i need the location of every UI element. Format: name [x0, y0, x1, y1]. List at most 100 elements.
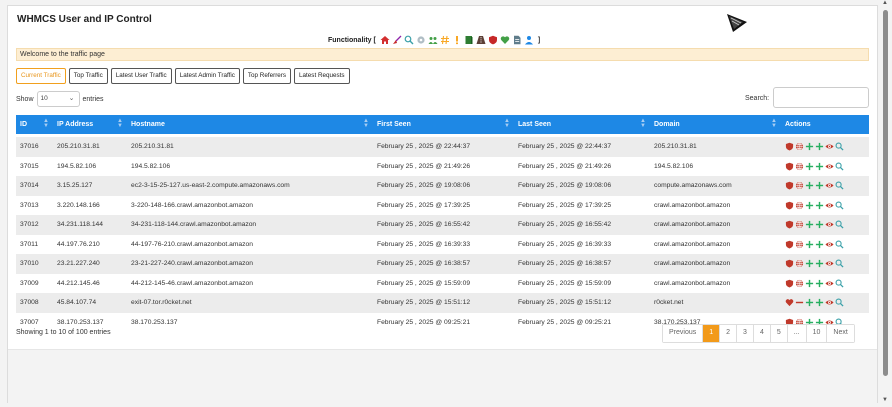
page-button-4[interactable]: 4 — [753, 325, 771, 342]
tab-latest-user-traffic[interactable]: Latest User Traffic — [110, 68, 172, 84]
plus-icon[interactable] — [815, 142, 824, 151]
search-icon[interactable] — [835, 298, 844, 307]
book-icon[interactable] — [464, 35, 474, 45]
column-header-first-seen[interactable]: First Seen ▲ ▼ — [373, 115, 514, 134]
scrollbar-thumb[interactable] — [883, 10, 888, 376]
page-button-2[interactable]: 2 — [720, 325, 738, 342]
broom-icon[interactable] — [392, 35, 402, 45]
search-icon[interactable] — [835, 201, 844, 210]
search-icon[interactable] — [835, 240, 844, 249]
globe-icon[interactable] — [795, 201, 804, 210]
plus-icon[interactable] — [815, 298, 824, 307]
page-button-10[interactable]: 10 — [806, 325, 828, 342]
plus-icon[interactable] — [815, 201, 824, 210]
shield-icon[interactable] — [785, 142, 794, 151]
plus-icon[interactable] — [815, 162, 824, 171]
document-icon[interactable] — [512, 35, 522, 45]
plus-icon[interactable] — [805, 240, 814, 249]
column-header-ip-address[interactable]: IP Address ▲ ▼ — [53, 115, 127, 134]
plus-icon[interactable] — [805, 279, 814, 288]
page-next-button[interactable]: Next — [827, 325, 854, 342]
plus-icon[interactable] — [805, 181, 814, 190]
shield-icon[interactable] — [785, 201, 794, 210]
table-row[interactable]: 37011 44.197.76.210 44-197-76-210.crawl.am… — [16, 234, 869, 254]
plus-icon[interactable] — [805, 201, 814, 210]
plus-icon[interactable] — [815, 181, 824, 190]
tab-latest-requests[interactable]: Latest Requests — [294, 68, 350, 84]
shield-icon[interactable] — [785, 181, 794, 190]
page-button-1[interactable]: 1 — [703, 325, 721, 342]
plus-icon[interactable] — [815, 240, 824, 249]
tab-top-referrers[interactable]: Top Referrers — [242, 68, 292, 84]
tab-latest-admin-traffic[interactable]: Latest Admin Traffic — [174, 68, 240, 84]
search-icon[interactable] — [835, 279, 844, 288]
tab-current-traffic[interactable]: Current Traffic — [16, 68, 66, 84]
plus-icon[interactable] — [815, 259, 824, 268]
road-icon[interactable] — [476, 35, 486, 45]
eye-icon[interactable] — [825, 201, 834, 210]
globe-icon[interactable] — [795, 240, 804, 249]
plus-icon[interactable] — [805, 259, 814, 268]
minus-icon[interactable] — [795, 298, 804, 307]
table-row[interactable]: 37008 45.84.107.74 exit-07.tor.r0cket.net F… — [16, 293, 869, 313]
entries-select[interactable]: 10 ⌄ — [36, 91, 80, 107]
search-input[interactable] — [773, 87, 869, 108]
hashtag-icon[interactable] — [440, 35, 450, 45]
column-header-hostname[interactable]: Hostname ▲ ▼ — [127, 115, 373, 134]
plus-icon[interactable] — [805, 162, 814, 171]
eye-icon[interactable] — [825, 220, 834, 229]
gear-icon[interactable] — [416, 35, 426, 45]
eye-icon[interactable] — [825, 240, 834, 249]
search-icon[interactable] — [404, 35, 414, 45]
home-icon[interactable] — [380, 35, 390, 45]
eye-icon[interactable] — [825, 298, 834, 307]
search-icon[interactable] — [835, 220, 844, 229]
page-previous-button[interactable]: Previous — [663, 325, 704, 342]
shield-icon[interactable] — [785, 240, 794, 249]
plus-icon[interactable] — [805, 220, 814, 229]
globe-icon[interactable] — [795, 220, 804, 229]
user-tie-icon[interactable] — [524, 35, 534, 45]
globe-icon[interactable] — [795, 279, 804, 288]
eye-icon[interactable] — [825, 162, 834, 171]
eye-icon[interactable] — [825, 181, 834, 190]
page-button-5[interactable]: 5 — [770, 325, 788, 342]
eye-icon[interactable] — [825, 142, 834, 151]
shield-icon[interactable] — [785, 259, 794, 268]
globe-icon[interactable] — [795, 162, 804, 171]
table-row[interactable]: 37014 3.15.25.127 ec2-3-15-25-127.us-east-… — [16, 176, 869, 196]
search-icon[interactable] — [835, 162, 844, 171]
shield-icon[interactable] — [785, 162, 794, 171]
plus-icon[interactable] — [815, 279, 824, 288]
exclamation-icon[interactable] — [452, 35, 462, 45]
shield-icon[interactable] — [488, 35, 498, 45]
globe-icon[interactable] — [795, 142, 804, 151]
plus-icon[interactable] — [805, 298, 814, 307]
heart-icon[interactable] — [785, 298, 794, 307]
column-header-domain[interactable]: Domain ▲ ▼ — [650, 115, 781, 134]
eye-icon[interactable] — [825, 259, 834, 268]
users-icon[interactable] — [428, 35, 438, 45]
table-row[interactable]: 37015 194.5.82.106 194.5.82.106 February 25… — [16, 156, 869, 176]
globe-icon[interactable] — [795, 181, 804, 190]
search-icon[interactable] — [835, 181, 844, 190]
tab-top-traffic[interactable]: Top Traffic — [68, 68, 108, 84]
scroll-down-icon[interactable]: ▼ — [882, 397, 888, 403]
page-button-3[interactable]: 3 — [737, 325, 754, 342]
plus-icon[interactable] — [815, 220, 824, 229]
table-row[interactable]: 37009 44.212.145.46 44-212-145-46.crawl.am… — [16, 273, 869, 293]
plus-icon[interactable] — [805, 142, 814, 151]
eye-icon[interactable] — [825, 279, 834, 288]
heart-icon[interactable] — [500, 35, 510, 45]
column-header-id[interactable]: ID ▲ ▼ — [16, 115, 53, 134]
table-row[interactable]: 37012 34.231.118.144 34-231-118-144.crawl.… — [16, 215, 869, 235]
globe-icon[interactable] — [795, 259, 804, 268]
vertical-scrollbar[interactable]: ▲ ▼ — [880, 0, 892, 407]
search-icon[interactable] — [835, 142, 844, 151]
table-row[interactable]: 37013 3.220.148.166 3-220-148-166.crawl.am… — [16, 195, 869, 215]
table-row[interactable]: 37010 23.21.227.240 23-21-227-240.crawl.am… — [16, 254, 869, 274]
table-row[interactable]: 37016 205.210.31.81 205.210.31.81 February … — [16, 137, 869, 157]
search-icon[interactable] — [835, 259, 844, 268]
column-header-last-seen[interactable]: Last Seen ▲ ▼ — [514, 115, 650, 134]
shield-icon[interactable] — [785, 220, 794, 229]
